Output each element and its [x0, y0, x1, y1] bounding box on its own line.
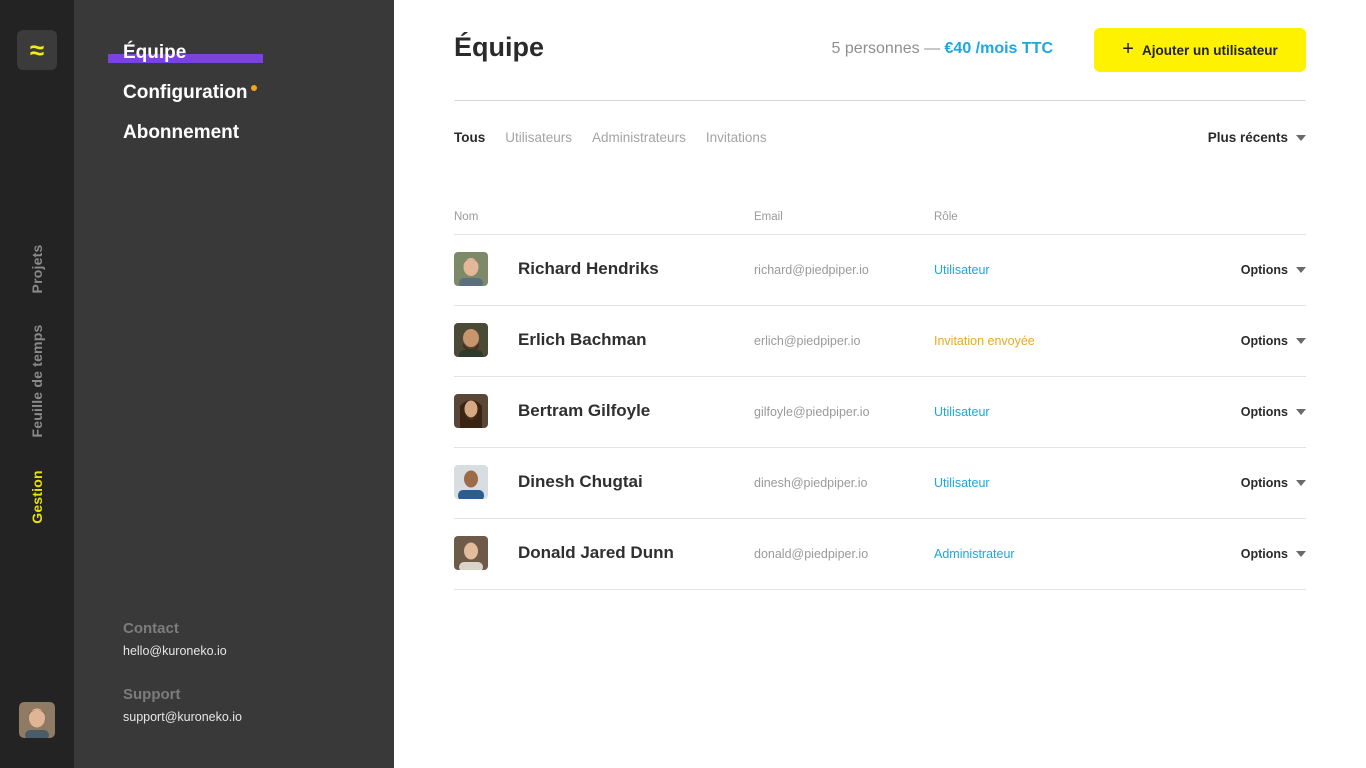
chevron-down-icon: [1296, 480, 1306, 486]
member-email: erlich@piedpiper.io: [754, 334, 861, 348]
rail-nav-gestion[interactable]: Gestion: [29, 470, 45, 524]
team-summary: 5 personnes — €40 /mois TTC: [832, 40, 1053, 58]
avatar-image: [454, 252, 488, 286]
avatar: [454, 394, 488, 428]
member-name: Donald Jared Dunn: [518, 543, 674, 562]
column-header-role: Rôle: [934, 211, 958, 223]
add-user-button[interactable]: + Ajouter un utilisateur: [1094, 28, 1306, 72]
notification-dot-icon: [250, 85, 257, 91]
options-dropdown[interactable]: Options: [1241, 476, 1306, 490]
table-row: Erlich Bachman erlich@piedpiper.io Invit…: [454, 306, 1306, 377]
chevron-down-icon: [1296, 338, 1306, 344]
sidebar-item-equipe[interactable]: Équipe: [123, 42, 186, 64]
member-name: Dinesh Chugtai: [518, 472, 643, 491]
chevron-down-icon: [1296, 134, 1306, 141]
header-divider: [454, 100, 1306, 101]
options-label: Options: [1240, 334, 1288, 348]
member-email: dinesh@piedpiper.io: [754, 476, 868, 490]
member-role: Utilisateur: [934, 263, 990, 277]
app-rail: ≈ Projets Feuille de temps Gestion: [0, 0, 74, 768]
table-row: Donald Jared Dunn donald@piedpiper.io Ad…: [454, 519, 1306, 590]
avatar-image: [454, 394, 488, 428]
plus-icon: +: [1122, 38, 1134, 60]
sidebar-item-label: Abonnement: [123, 122, 240, 143]
filter-tabs: Tous Utilisateurs Administrateurs Invita…: [454, 130, 767, 145]
member-role: Utilisateur: [934, 405, 990, 419]
page-title: Équipe: [454, 32, 545, 62]
sidebar-item-label: Équipe: [123, 42, 187, 63]
options-dropdown[interactable]: Options: [1241, 547, 1306, 561]
chevron-down-icon: [1296, 551, 1306, 557]
member-email: donald@piedpiper.io: [754, 547, 869, 561]
sidebar-item-configuration[interactable]: Configuration: [123, 82, 257, 104]
table-row: Dinesh Chugtai dinesh@piedpiper.io Utili…: [454, 448, 1306, 519]
options-label: Options: [1240, 476, 1288, 490]
options-label: Options: [1240, 263, 1288, 277]
team-table: Richard Hendriks richard@piedpiper.io Ut…: [454, 235, 1306, 590]
member-role: Utilisateur: [934, 476, 990, 490]
chevron-down-icon: [1296, 267, 1306, 273]
tab-tous[interactable]: Tous: [454, 130, 485, 145]
avatar-image: [454, 323, 488, 357]
avatar-image: [454, 536, 488, 570]
sort-dropdown[interactable]: Plus récents: [1208, 130, 1306, 145]
add-user-button-label: Ajouter un utilisateur: [1141, 42, 1278, 58]
table-row: Bertram Gilfoyle gilfoyle@piedpiper.io U…: [454, 377, 1306, 448]
sort-label: Plus récents: [1207, 130, 1288, 145]
support-title: Support: [123, 686, 181, 703]
contact-title: Contact: [123, 620, 179, 637]
avatar: [454, 465, 488, 499]
tab-administrateurs[interactable]: Administrateurs: [592, 130, 686, 145]
avatar: [454, 323, 488, 357]
tab-invitations[interactable]: Invitations: [706, 130, 767, 145]
avatar: [454, 252, 488, 286]
avatar: [454, 536, 488, 570]
current-user-avatar[interactable]: [19, 702, 55, 738]
options-dropdown[interactable]: Options: [1241, 334, 1306, 348]
member-email: gilfoyle@piedpiper.io: [754, 405, 870, 419]
column-header-name: Nom: [454, 211, 479, 223]
sidebar-item-label: Configuration: [123, 82, 248, 103]
table-row: Richard Hendriks richard@piedpiper.io Ut…: [454, 235, 1306, 306]
member-name: Richard Hendriks: [518, 259, 659, 278]
member-role: Administrateur: [934, 547, 1015, 561]
app-logo-icon[interactable]: ≈: [17, 30, 57, 70]
options-dropdown[interactable]: Options: [1241, 263, 1306, 277]
avatar-image: [19, 702, 55, 738]
options-label: Options: [1240, 405, 1288, 419]
avatar-image: [454, 465, 488, 499]
member-name: Erlich Bachman: [518, 330, 647, 349]
subscription-price: €40 /mois TTC: [944, 40, 1053, 57]
chevron-down-icon: [1296, 409, 1306, 415]
options-label: Options: [1240, 547, 1288, 561]
rail-nav-feuille-de-temps[interactable]: Feuille de temps: [29, 325, 45, 438]
rail-nav-projets[interactable]: Projets: [29, 245, 45, 294]
tab-utilisateurs[interactable]: Utilisateurs: [505, 130, 572, 145]
member-name: Bertram Gilfoyle: [518, 401, 651, 420]
member-role: Invitation envoyée: [934, 334, 1035, 348]
options-dropdown[interactable]: Options: [1241, 405, 1306, 419]
member-count: 5 personnes: [831, 40, 920, 57]
main-content: Équipe 5 personnes — €40 /mois TTC + Ajo…: [394, 0, 1366, 768]
settings-sidebar: Équipe Configuration Abonnement Contact …: [74, 0, 394, 768]
column-header-email: Email: [754, 211, 783, 223]
support-email-link[interactable]: support@kuroneko.io: [123, 710, 242, 724]
sidebar-item-abonnement[interactable]: Abonnement: [123, 122, 239, 144]
summary-separator: —: [924, 40, 941, 57]
contact-email-link[interactable]: hello@kuroneko.io: [123, 644, 227, 658]
member-email: richard@piedpiper.io: [754, 263, 869, 277]
